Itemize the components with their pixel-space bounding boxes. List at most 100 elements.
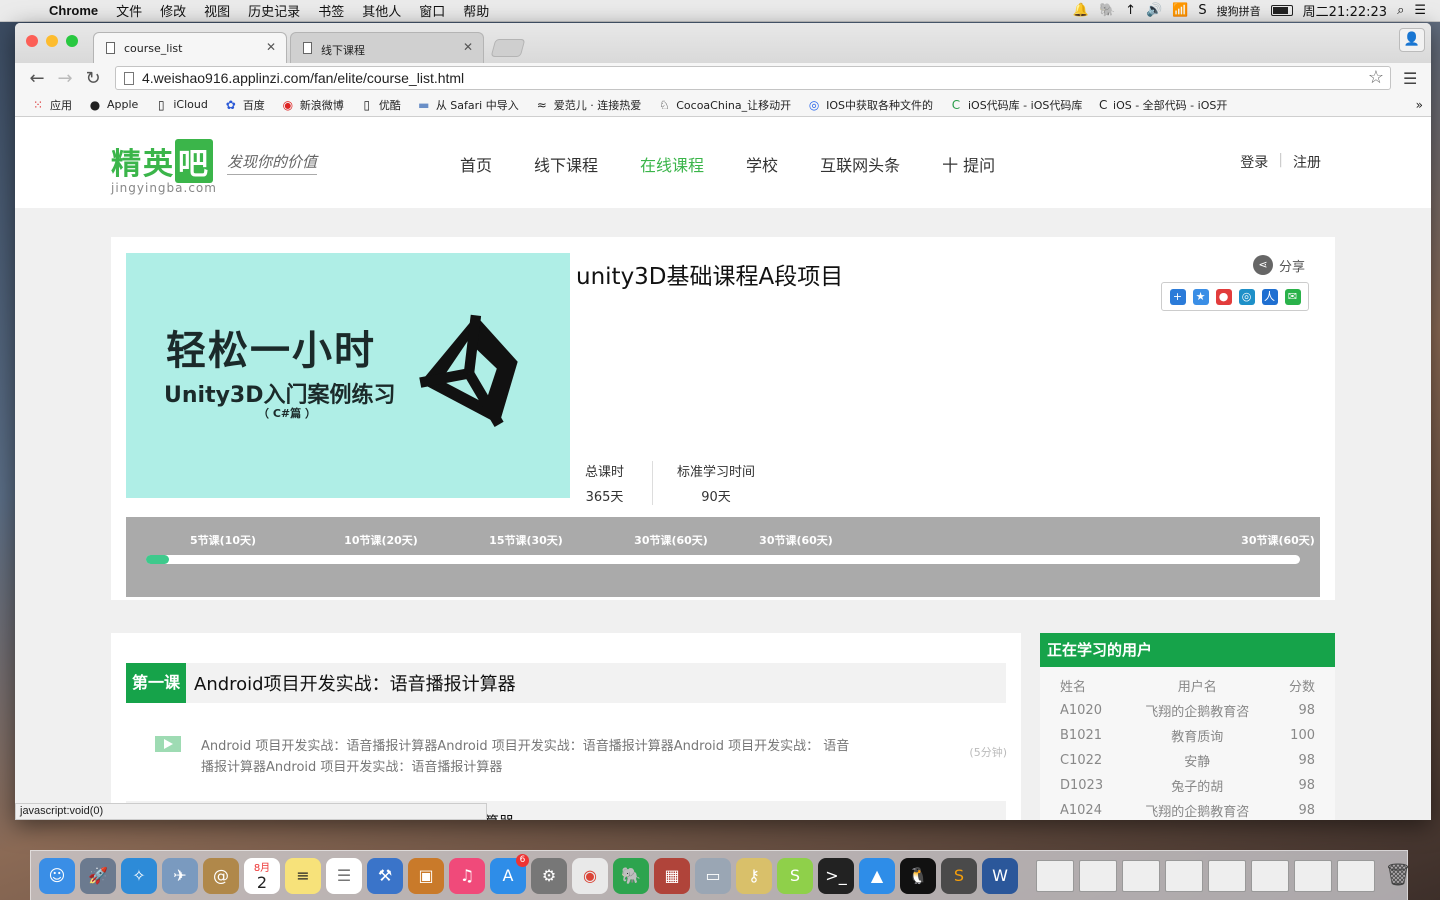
system-preferences-icon[interactable]: ⚙ xyxy=(531,857,567,894)
minimized-window-thumbnail[interactable] xyxy=(1036,859,1074,892)
share-tencent-weibo-icon[interactable]: ◎ xyxy=(1238,288,1255,305)
menu-bookmarks[interactable]: 书签 xyxy=(309,1,353,20)
chrome-icon[interactable]: ◉ xyxy=(572,857,608,894)
preview-icon[interactable]: ▣ xyxy=(408,857,444,894)
bookmark-code4app[interactable]: CiOS代码库 - iOS代码库 xyxy=(941,97,1090,113)
chrome-menu-icon[interactable]: ☰ xyxy=(1403,69,1417,88)
close-window-button[interactable] xyxy=(26,35,38,47)
wifi-icon[interactable]: 📶 xyxy=(1172,3,1188,18)
nav-schools[interactable]: 学校 xyxy=(746,152,778,176)
minimized-window-thumbnail[interactable] xyxy=(1294,859,1332,892)
share-qzone-icon[interactable]: ★ xyxy=(1192,288,1209,305)
close-tab-icon[interactable]: ✕ xyxy=(463,40,473,54)
play-video-icon[interactable] xyxy=(155,736,181,752)
forward-arrow-icon[interactable]: → xyxy=(51,68,79,89)
bookmark-weibo[interactable]: ◉ 新浪微博 xyxy=(273,97,352,113)
ime-label[interactable]: 搜狗拼音 xyxy=(1217,3,1261,19)
mail-icon[interactable]: ✈ xyxy=(162,857,198,894)
close-tab-icon[interactable]: ✕ xyxy=(266,40,276,54)
sublime-text-icon[interactable]: S xyxy=(941,857,977,894)
lesson-item[interactable]: Android 项目开发实战：语音播报计算器Android 项目开发实战：语音播… xyxy=(155,736,1007,778)
minimized-window-thumbnail[interactable] xyxy=(1165,859,1203,892)
bell-icon[interactable]: 🔔 xyxy=(1073,3,1089,18)
archive-utility-icon[interactable]: ▦ xyxy=(654,857,690,894)
menu-file[interactable]: 文件 xyxy=(107,1,151,20)
evernote-dock-icon[interactable]: 🐘 xyxy=(613,857,649,894)
url-text[interactable]: 4.weishao916.applinzi.com/fan/elite/cour… xyxy=(142,70,464,86)
xcode-icon[interactable]: ⚒ xyxy=(367,857,403,894)
bookmark-ios-code[interactable]: CiOS - 全部代码 - iOS开 xyxy=(1090,97,1235,113)
bookmark-apps[interactable]: ⁙ 应用 xyxy=(23,97,80,113)
menu-history[interactable]: 历史记录 xyxy=(239,1,309,20)
terminal-icon[interactable]: >_ xyxy=(818,857,854,894)
bookmark-ifanr[interactable]: ≈ 爱范儿 · 连接热爱 xyxy=(527,97,650,113)
share-more-icon[interactable]: + xyxy=(1169,288,1186,305)
bookmark-ios-files[interactable]: ◎ IOS中获取各种文件的 xyxy=(799,97,941,113)
minimized-window-thumbnail[interactable] xyxy=(1079,859,1117,892)
share-renren-icon[interactable]: 人 xyxy=(1261,288,1278,305)
evernote-icon[interactable]: 🐘 xyxy=(1099,3,1115,18)
upload-arrow-icon[interactable]: ↑ xyxy=(1125,3,1136,18)
minimize-window-button[interactable] xyxy=(46,35,58,47)
share-button[interactable]: ⋖ 分享 xyxy=(1252,255,1305,275)
battery-icon[interactable] xyxy=(1270,5,1293,16)
new-tab-button[interactable] xyxy=(490,39,526,57)
menu-view[interactable]: 视图 xyxy=(195,1,239,20)
nav-offline-courses[interactable]: 线下课程 xyxy=(534,152,598,176)
app-menu[interactable]: Chrome xyxy=(40,3,107,18)
nav-online-courses[interactable]: 在线课程 xyxy=(640,152,704,176)
profile-icon[interactable]: 👤 xyxy=(1399,28,1425,52)
player-icon[interactable]: S xyxy=(777,857,813,894)
reminders-icon[interactable]: ☰ xyxy=(326,857,362,894)
volume-icon[interactable]: 🔊 xyxy=(1146,3,1162,18)
ime-icon[interactable]: S xyxy=(1198,3,1206,18)
zoom-window-button[interactable] xyxy=(66,35,78,47)
lesson-item-text[interactable]: Android 项目开发实战：语音播报计算器Android 项目开发实战：语音播… xyxy=(201,736,851,778)
bookmarks-overflow-button[interactable]: » xyxy=(1416,98,1431,112)
qq-icon[interactable]: 🐧 xyxy=(900,857,936,894)
register-link[interactable]: 注册 xyxy=(1293,152,1321,172)
tab-offline-courses[interactable]: 线下课程 ✕ xyxy=(290,32,484,63)
nav-headlines[interactable]: 互联网头条 xyxy=(820,152,900,176)
login-link[interactable]: 登录 xyxy=(1240,152,1268,172)
address-bar[interactable]: 4.weishao916.applinzi.com/fan/elite/cour… xyxy=(115,66,1391,90)
menu-edit[interactable]: 修改 xyxy=(151,1,195,20)
notes-icon[interactable]: ≡ xyxy=(285,857,321,894)
safari-icon[interactable]: ✧ xyxy=(121,857,157,894)
menu-people[interactable]: 其他人 xyxy=(353,1,410,20)
bookmark-star-icon[interactable]: ☆ xyxy=(1368,67,1384,88)
app-store-icon[interactable]: A6 xyxy=(490,853,529,894)
bookmark-apple[interactable]: ● Apple xyxy=(80,98,146,112)
bookmark-youku[interactable]: ▯ 优酷 xyxy=(352,97,409,113)
reload-icon[interactable]: ↻ xyxy=(79,68,107,89)
site-logo[interactable]: 精英吧 jingyingba.com xyxy=(111,139,217,195)
bookmark-baidu[interactable]: ✿ 百度 xyxy=(216,97,273,113)
spotlight-icon[interactable]: ⌕ xyxy=(1397,3,1404,18)
launchpad-icon[interactable]: 🚀 xyxy=(80,857,116,894)
minimized-window-thumbnail[interactable] xyxy=(1337,859,1375,892)
share-wechat-icon[interactable]: ✉ xyxy=(1284,288,1301,305)
word-icon[interactable]: W xyxy=(982,857,1018,894)
notification-center-icon[interactable]: ☰ xyxy=(1414,3,1426,18)
nav-home[interactable]: 首页 xyxy=(460,152,492,176)
itunes-icon[interactable]: ♫ xyxy=(449,857,485,894)
share-weibo-icon[interactable]: ● xyxy=(1215,288,1232,305)
menu-window[interactable]: 窗口 xyxy=(410,1,454,20)
bookmark-cocoachina[interactable]: ♘ CocoaChina_让移动开 xyxy=(649,97,799,113)
image-capture-icon[interactable]: ▭ xyxy=(695,857,731,894)
bookmark-safari-import[interactable]: ▬ 从 Safari 中导入 xyxy=(409,97,527,113)
clock[interactable]: 周二21:22:23 xyxy=(1303,1,1387,20)
nav-ask[interactable]: 十 提问 xyxy=(942,152,995,176)
minimized-window-thumbnail[interactable] xyxy=(1122,859,1160,892)
menu-help[interactable]: 帮助 xyxy=(454,1,498,20)
keychain-icon[interactable]: ⚷ xyxy=(736,857,772,894)
bookmark-icloud[interactable]: ▯ iCloud xyxy=(146,98,215,112)
contacts-icon[interactable]: @ xyxy=(203,857,239,894)
finder-icon[interactable]: ☺ xyxy=(39,857,75,894)
xcode-simulator-icon[interactable]: ▲ xyxy=(859,857,895,894)
trash-icon[interactable]: 🗑 xyxy=(1380,858,1416,894)
tab-course-list[interactable]: course_list ✕ xyxy=(93,32,287,63)
minimized-window-thumbnail[interactable] xyxy=(1251,859,1289,892)
minimized-window-thumbnail[interactable] xyxy=(1208,859,1246,892)
calendar-icon[interactable]: 8月 2 xyxy=(244,857,280,894)
